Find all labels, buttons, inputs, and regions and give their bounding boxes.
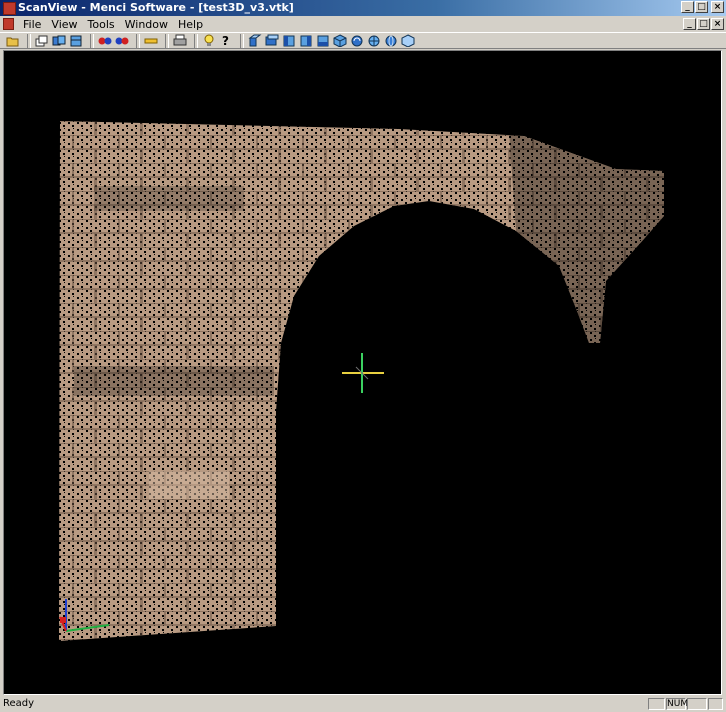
cube-icon[interactable] [401,34,415,48]
toolbar-separator [194,33,198,48]
view-bottom-icon[interactable] [316,34,330,48]
view-left-icon[interactable] [282,34,296,48]
menu-tools[interactable]: Tools [83,18,120,31]
globe-icon[interactable] [384,34,398,48]
red-blue-spheres-icon[interactable] [115,34,129,48]
target-crosshair [342,353,384,393]
toolbar-separator [240,33,244,48]
close-button[interactable]: × [711,1,724,13]
view-top-icon[interactable] [265,34,279,48]
view-front-icon[interactable] [248,34,262,48]
rotate-icon[interactable] [350,34,364,48]
document-window-controls: _ □ × [683,18,724,30]
doc-restore-button[interactable]: □ [697,18,710,30]
document-icon[interactable] [3,18,14,30]
window-title: ScanView - Menci Software - [test3D_v3.v… [18,1,294,14]
doc-minimize-button[interactable]: _ [683,18,696,30]
red-blue-spheres-icon[interactable] [98,34,112,48]
cube-copy-icon[interactable] [52,34,66,48]
point-cloud-render [59,121,664,641]
sphere-icon[interactable] [367,34,381,48]
ruler-icon[interactable] [144,34,158,48]
menu-window[interactable]: Window [120,18,173,31]
layers-icon[interactable] [35,34,49,48]
toolbar: ? [0,32,726,49]
toolbar-separator [165,33,169,48]
help-icon[interactable]: ? [219,34,233,48]
title-bar: ScanView - Menci Software - [test3D_v3.v… [0,0,726,16]
print-icon[interactable] [173,34,187,48]
status-pane-scroll [687,698,707,710]
status-bar: Ready NUM [0,697,726,712]
window-controls: _ □ × [681,1,724,13]
status-num-indicator: NUM [666,698,689,710]
minimize-button[interactable]: _ [681,1,694,13]
status-text: Ready [3,698,35,709]
view-iso-icon[interactable] [333,34,347,48]
cube-stack-icon[interactable] [69,34,83,48]
maximize-button[interactable]: □ [695,1,708,13]
lightbulb-icon[interactable] [202,34,216,48]
toolbar-separator [136,33,140,48]
toolbar-separator [27,33,31,48]
svg-text:?: ? [222,34,229,48]
toolbar-separator [90,33,94,48]
open-icon[interactable] [6,34,20,48]
menu-bar: File View Tools Window Help _ □ × [0,16,726,32]
app-icon[interactable] [3,2,16,15]
menu-file[interactable]: File [18,18,46,31]
view-right-icon[interactable] [299,34,313,48]
3d-viewport[interactable] [3,50,722,695]
menu-help[interactable]: Help [173,18,208,31]
resize-grip[interactable] [708,698,723,710]
status-pane-empty [648,698,665,710]
doc-close-button[interactable]: × [711,18,724,30]
menu-view[interactable]: View [46,18,82,31]
